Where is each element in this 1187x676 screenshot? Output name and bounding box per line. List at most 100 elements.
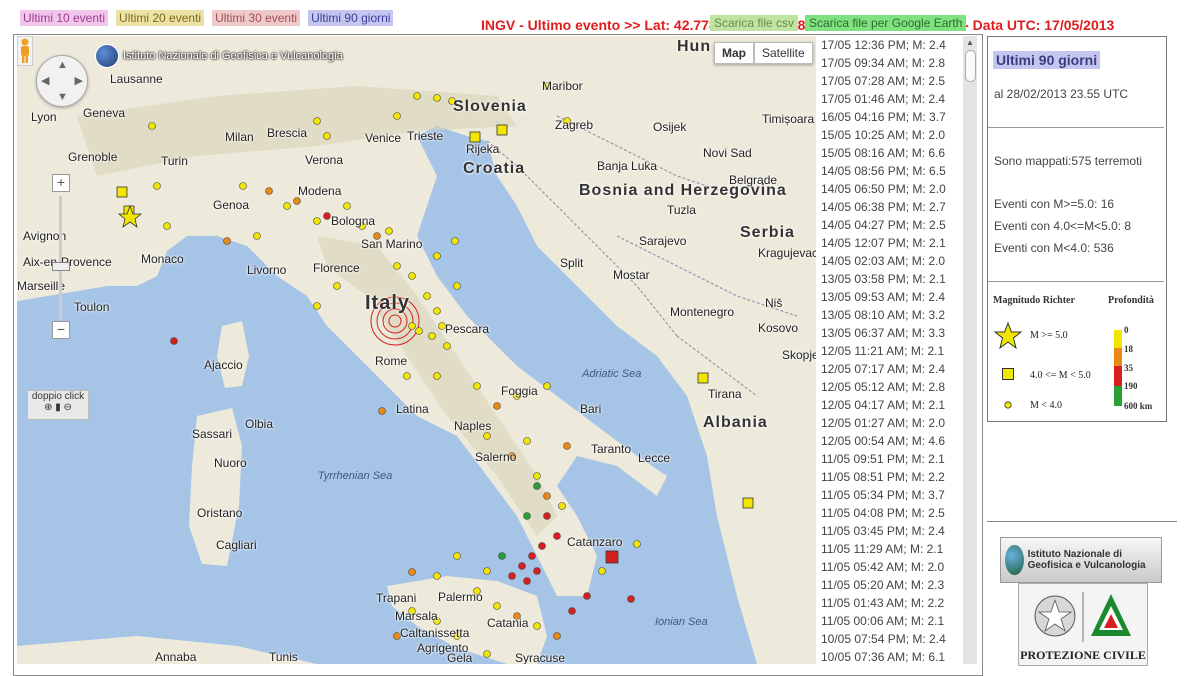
legend-depth-title: Profondità xyxy=(1108,295,1154,306)
info-panel: Ultimi 90 giorni al 28/02/2013 23.55 UTC… xyxy=(987,36,1167,422)
label-mostar: Mostar xyxy=(613,268,650,282)
event-list-item[interactable]: 17/05 12:36 PM; M: 2.4 xyxy=(817,36,963,54)
legend-m2-label: 4.0 <= M < 5.0 xyxy=(1030,370,1091,381)
pan-up-icon[interactable]: ▲ xyxy=(57,59,68,71)
label-cagliari: Cagliari xyxy=(216,538,257,552)
tab-last-20[interactable]: Ultimi 20 eventi xyxy=(116,10,205,26)
tab-last-30[interactable]: Ultimi 30 eventi xyxy=(212,10,301,26)
event-list-item[interactable]: 11/05 03:45 PM; M: 2.4 xyxy=(817,522,963,540)
scroll-thumb[interactable] xyxy=(965,50,976,82)
event-list-item[interactable]: 17/05 07:28 AM; M: 2.5 xyxy=(817,72,963,90)
event-list-item[interactable]: 11/05 00:06 AM; M: 2.1 xyxy=(817,612,963,630)
event-list-scrollbar[interactable]: ▲ xyxy=(963,36,977,664)
pan-control[interactable]: ▲ ▼ ◀ ▶ xyxy=(36,55,88,107)
mapped-count: Sono mappati:575 terremoti xyxy=(994,154,1143,168)
double-click-zoom-control[interactable]: doppio click ⊕ ▮ ⊖ xyxy=(27,390,89,420)
depth-label-18: 18 xyxy=(1124,344,1133,354)
legend-m1-label: M >= 5.0 xyxy=(1030,330,1068,341)
label-salerno: Salerno xyxy=(475,450,517,464)
label-naples: Naples xyxy=(454,419,492,433)
pan-left-icon[interactable]: ◀ xyxy=(41,74,49,87)
earthquake-map[interactable]: Slovenia Croatia Bosnia and Herzegovina … xyxy=(17,36,816,664)
event-list-item[interactable]: 12/05 04:17 AM; M: 2.1 xyxy=(817,396,963,414)
stat-m-lt4: Eventi con M<4.0: 536 xyxy=(994,241,1114,255)
divider xyxy=(987,521,1177,522)
zoom-in-button[interactable]: + xyxy=(52,174,70,192)
event-list-item[interactable]: 12/05 07:17 AM; M: 2.4 xyxy=(817,360,963,378)
ingv-globe-icon xyxy=(1005,545,1024,575)
event-list-item[interactable]: 13/05 09:53 AM; M: 2.4 xyxy=(817,288,963,306)
label-marsala: Marsala xyxy=(395,609,438,623)
map-type-control: Map Satellite xyxy=(714,42,813,64)
label-caltanissetta: Caltanissetta xyxy=(400,626,470,640)
event-list-item[interactable]: 17/05 01:46 AM; M: 2.4 xyxy=(817,90,963,108)
tab-last-10[interactable]: Ultimi 10 eventi xyxy=(20,10,109,26)
label-marseille: Marseille xyxy=(17,279,66,293)
map-type-satellite-button[interactable]: Satellite xyxy=(754,42,813,64)
event-list-item[interactable]: 14/05 02:03 AM; M: 2.0 xyxy=(817,252,963,270)
event-list-item[interactable]: 14/05 08:56 PM; M: 6.5 xyxy=(817,162,963,180)
label-annaba: Annaba xyxy=(155,650,197,664)
label-foggia: Foggia xyxy=(501,384,538,398)
event-list-item[interactable]: 14/05 06:50 PM; M: 2.0 xyxy=(817,180,963,198)
event-list-item[interactable]: 14/05 04:27 PM; M: 2.5 xyxy=(817,216,963,234)
event-list-item[interactable]: 11/05 09:51 PM; M: 2.1 xyxy=(817,450,963,468)
label-nis: Niš xyxy=(765,296,783,310)
protezione-civile-logo[interactable]: PROTEZIONE CIVILE xyxy=(1018,583,1148,666)
event-list-item[interactable]: 10/05 07:36 AM; M: 6.1 xyxy=(817,648,963,664)
scroll-up-icon[interactable]: ▲ xyxy=(966,38,974,47)
event-list-item[interactable]: 17/05 09:34 AM; M: 2.8 xyxy=(817,54,963,72)
event-list-item[interactable]: 15/05 08:16 AM; M: 6.6 xyxy=(817,144,963,162)
event-list-item[interactable]: 11/05 05:20 AM; M: 2.3 xyxy=(817,576,963,594)
label-nuoro: Nuoro xyxy=(214,456,247,470)
zoom-out-button[interactable]: − xyxy=(52,321,70,339)
ingv-globe-icon xyxy=(95,44,119,68)
event-list-item[interactable]: 11/05 11:29 AM; M: 2.1 xyxy=(817,540,963,558)
label-kragujevac: Kragujevac xyxy=(758,246,816,260)
event-list-item[interactable]: 13/05 06:37 AM; M: 3.3 xyxy=(817,324,963,342)
event-list-item[interactable]: 12/05 00:54 AM; M: 4.6 xyxy=(817,432,963,450)
zoom-slider-track[interactable] xyxy=(59,196,62,320)
event-list-item[interactable]: 12/05 05:12 AM; M: 2.8 xyxy=(817,378,963,396)
label-trapani: Trapani xyxy=(376,591,417,605)
protezione-civile-emblem-icon xyxy=(1034,592,1131,642)
event-list-item[interactable]: 15/05 10:25 AM; M: 2.0 xyxy=(817,126,963,144)
event-list-item[interactable]: 14/05 06:38 PM; M: 2.7 xyxy=(817,198,963,216)
label-palermo: Palermo xyxy=(438,590,483,604)
label-gela: Gela xyxy=(447,651,473,664)
map-type-map-button[interactable]: Map xyxy=(714,42,754,64)
double-click-label: doppio click xyxy=(31,391,85,402)
event-list-item[interactable]: 12/05 01:27 AM; M: 2.0 xyxy=(817,414,963,432)
label-catanzaro: Catanzaro xyxy=(567,535,623,549)
pegman-icon[interactable] xyxy=(17,36,33,66)
event-list-item[interactable]: 14/05 12:07 PM; M: 2.1 xyxy=(817,234,963,252)
label-osijek: Osijek xyxy=(653,120,687,134)
label-lyon: Lyon xyxy=(31,110,57,124)
label-croatia: Croatia xyxy=(463,160,526,177)
label-bari: Bari xyxy=(580,402,602,416)
event-list-item[interactable]: 11/05 05:34 PM; M: 3.7 xyxy=(817,486,963,504)
ingv-logo[interactable]: Istituto Nazionale di Geofisica e Vulcan… xyxy=(1000,537,1162,583)
label-novi-sad: Novi Sad xyxy=(703,146,752,160)
legend-star-icon xyxy=(993,321,1023,350)
label-livorno: Livorno xyxy=(247,263,287,277)
download-kml-link[interactable]: Scarica file per Google Earth xyxy=(805,15,967,31)
event-list-item[interactable]: 16/05 04:16 PM; M: 3.7 xyxy=(817,108,963,126)
event-list-item[interactable]: 11/05 01:43 AM; M: 2.2 xyxy=(817,594,963,612)
zoom-slider-handle[interactable] xyxy=(52,262,70,271)
label-tyrrhenian: Tyrrhenian Sea xyxy=(317,470,393,482)
ingv-logo-text: Istituto Nazionale di Geofisica e Vulcan… xyxy=(1027,549,1146,571)
event-list-item[interactable]: 11/05 05:42 AM; M: 2.0 xyxy=(817,558,963,576)
download-csv-link[interactable]: Scarica file csv xyxy=(710,15,799,31)
tab-last-90-days[interactable]: Ultimi 90 giorni xyxy=(308,10,394,26)
event-list-item[interactable]: 13/05 08:10 AM; M: 3.2 xyxy=(817,306,963,324)
event-list-item[interactable]: 11/05 08:51 PM; M: 2.2 xyxy=(817,468,963,486)
event-list-item[interactable]: 13/05 03:58 PM; M: 2.1 xyxy=(817,270,963,288)
land-corsica xyxy=(217,321,249,388)
pan-right-icon[interactable]: ▶ xyxy=(75,74,83,87)
label-kosovo: Kosovo xyxy=(758,321,799,335)
pan-down-icon[interactable]: ▼ xyxy=(57,91,68,103)
event-list-item[interactable]: 11/05 04:08 PM; M: 2.5 xyxy=(817,504,963,522)
event-list-item[interactable]: 12/05 11:21 AM; M: 2.1 xyxy=(817,342,963,360)
event-list-item[interactable]: 10/05 07:54 PM; M: 2.4 xyxy=(817,630,963,648)
